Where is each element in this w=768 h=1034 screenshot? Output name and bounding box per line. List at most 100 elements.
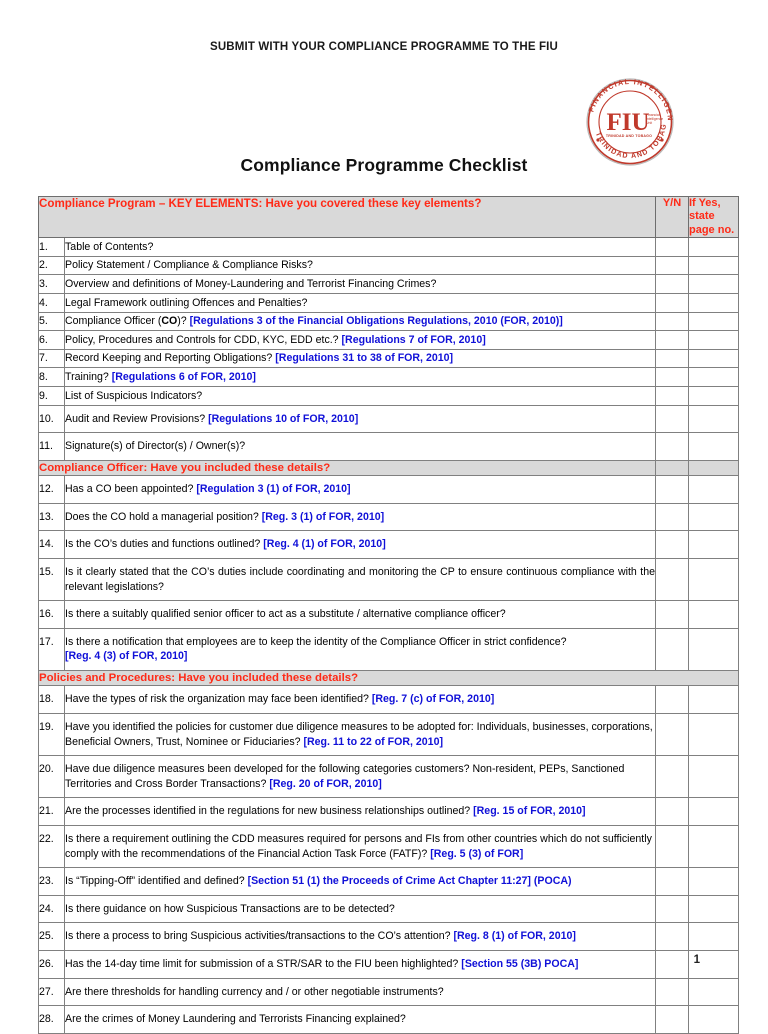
row-number: 20. [38,755,65,799]
row-yn-cell[interactable] [655,475,689,504]
row-question-text: Record Keeping and Reporting Obligations… [64,348,656,369]
row-yn-cell[interactable] [655,293,689,313]
row-page-cell[interactable] [688,502,739,532]
row-page-cell[interactable] [688,432,739,461]
row-page-cell[interactable] [688,824,739,869]
row-yn-cell[interactable] [655,755,689,799]
row-yn-cell[interactable] [655,348,689,369]
checklist-row: 14. Is the CO’s duties and functions outl… [38,530,739,559]
row-page-cell[interactable] [688,330,739,350]
section-page-cell[interactable] [688,459,739,477]
row-yn-cell[interactable] [655,255,689,276]
row-question-text: Signature(s) of Director(s) / Owner(s)? [64,432,656,461]
checklist-row: 23. Is “Tipping-Off” identified and defin… [38,867,739,896]
row-page-cell[interactable] [688,386,739,406]
svg-text:TRINIDAD AND TOBAGO: TRINIDAD AND TOBAGO [606,134,652,138]
row-question-text: Have the types of risk the organization … [64,685,656,714]
checklist-row: 18. Have the types of risk the organizati… [38,685,739,714]
checklist-row: 24. Is there guidance on how Suspicious T… [38,894,739,924]
checklist-row: 3. Overview and definitions of Money-Laun… [38,274,739,295]
row-yn-cell[interactable] [655,432,689,461]
row-number: 27. [38,977,65,1007]
row-page-cell[interactable] [688,293,739,313]
row-page-cell[interactable] [688,274,739,295]
row-yn-cell[interactable] [655,404,689,434]
row-yn-cell[interactable] [655,530,689,559]
row-number: 18. [38,685,65,714]
row-page-cell[interactable] [688,712,739,757]
row-number: 9. [38,386,65,406]
row-page-cell[interactable] [688,797,739,826]
row-number: 8. [38,367,65,388]
checklist-row: 9. List of Suspicious Indicators? [38,386,739,406]
row-yn-cell[interactable] [655,797,689,826]
checklist-row: 15. Is it clearly stated that the CO’s du… [38,557,739,602]
row-yn-cell[interactable] [655,894,689,924]
row-page-cell[interactable] [688,755,739,799]
row-yn-cell[interactable] [655,557,689,602]
row-page-cell[interactable] [688,557,739,602]
checklist-row: 28. Are the crimes of Money Laundering an… [38,1005,739,1034]
row-page-cell[interactable] [688,348,739,369]
row-page-cell[interactable] [688,475,739,504]
checklist-row: 4. Legal Framework outlining Offences and… [38,293,739,313]
row-yn-cell[interactable] [655,386,689,406]
row-yn-cell[interactable] [655,922,689,951]
row-question-text: Compliance Officer (CO)? [Regulations 3 … [64,311,656,332]
row-page-cell[interactable] [688,894,739,924]
header-page-no-label: If Yes, state page no. [688,195,739,239]
row-page-cell[interactable] [688,237,739,257]
row-number: 22. [38,824,65,869]
row-number: 11. [38,432,65,461]
checklist-body: Compliance Program – KEY ELEMENTS: Have … [38,195,739,1034]
row-number: 23. [38,867,65,896]
regulation-reference: [Regulations 7 of FOR, 2010] [341,333,486,346]
row-yn-cell[interactable] [655,685,689,714]
regulation-reference: [Reg. 11 to 22 of FOR, 2010] [303,735,443,748]
row-page-cell[interactable] [688,627,739,672]
regulation-reference: [Regulation 3 (1) of FOR, 2010] [196,483,351,496]
row-yn-cell[interactable] [655,237,689,257]
document-page: SUBMIT WITH YOUR COMPLIANCE PROGRAMME TO… [0,0,768,1034]
row-yn-cell[interactable] [655,274,689,295]
row-page-cell[interactable] [688,600,739,629]
row-page-cell[interactable] [688,255,739,276]
checklist-row: 17. Is there a notification that employee… [38,627,739,672]
row-page-cell[interactable] [688,404,739,434]
row-page-cell[interactable] [688,311,739,332]
section-yn-cell[interactable] [655,459,689,477]
row-page-cell[interactable] [688,1005,739,1034]
row-question-text: Training? [Regulations 6 of FOR, 2010] [64,367,656,388]
row-question-text: Policy Statement / Compliance & Complian… [64,255,656,276]
row-yn-cell[interactable] [655,712,689,757]
regulation-reference: [Regulations 3 of the Financial Obligati… [189,315,563,328]
row-yn-cell[interactable] [655,867,689,896]
row-yn-cell[interactable] [655,824,689,869]
row-page-cell[interactable] [688,977,739,1007]
checklist-row: 22. Is there a requirement outlining the … [38,824,739,869]
row-page-cell[interactable] [688,685,739,714]
row-question-text: Is there a notification that employees a… [64,627,656,672]
row-question-text: Is there a suitably qualified senior off… [64,600,656,629]
row-yn-cell[interactable] [655,367,689,388]
row-yn-cell[interactable] [655,311,689,332]
row-page-cell[interactable] [688,367,739,388]
row-page-cell[interactable] [688,530,739,559]
row-question-text: Is there a requirement outlining the CDD… [64,824,656,869]
row-yn-cell[interactable] [655,1005,689,1034]
row-question-text: Overview and definitions of Money-Launde… [64,274,656,295]
row-question-text: Has a CO been appointed? [Regulation 3 (… [64,475,656,504]
regulation-reference: [Regulations 31 to 38 of FOR, 2010] [275,352,454,365]
row-number: 7. [38,348,65,369]
row-yn-cell[interactable] [655,627,689,672]
row-page-cell[interactable] [688,867,739,896]
regulation-reference: [Section 51 (1) the Proceeds of Crime Ac… [247,875,572,888]
row-yn-cell[interactable] [655,502,689,532]
checklist-row: 10. Audit and Review Provisions? [Regulat… [38,404,739,434]
regulation-reference: [Regulations 6 of FOR, 2010] [111,370,256,383]
checklist-row: 7. Record Keeping and Reporting Obligatio… [38,348,739,369]
row-yn-cell[interactable] [655,330,689,350]
row-page-cell[interactable] [688,922,739,951]
row-yn-cell[interactable] [655,600,689,629]
row-yn-cell[interactable] [655,977,689,1007]
